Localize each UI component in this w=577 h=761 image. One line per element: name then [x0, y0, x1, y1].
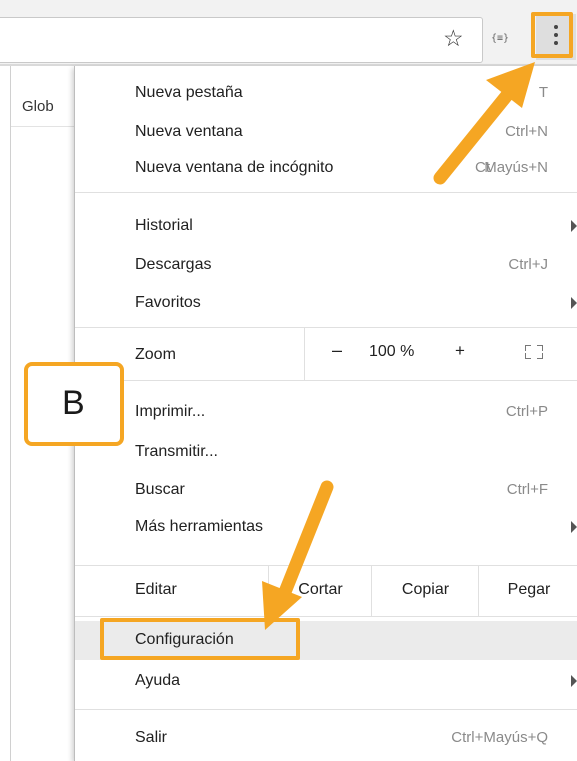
arrow-to-menu-icon — [433, 62, 535, 185]
annotation-arrows — [262, 62, 535, 630]
arrow-to-settings-icon — [262, 480, 334, 630]
